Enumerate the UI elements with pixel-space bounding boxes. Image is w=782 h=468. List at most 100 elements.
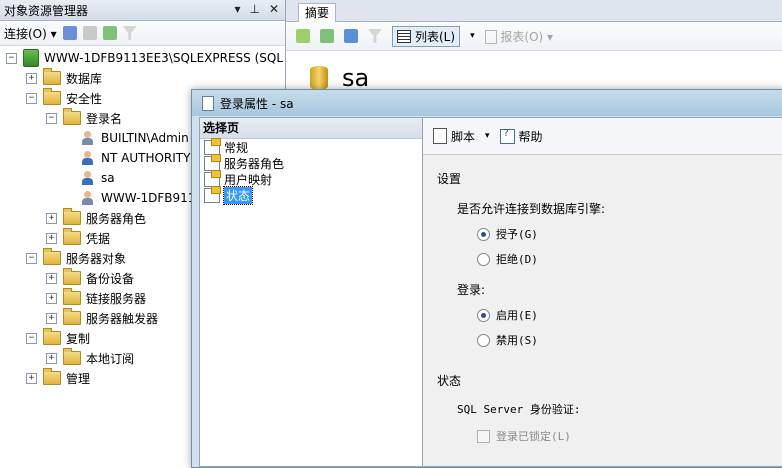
tree-node-label: 本地订阅 (86, 351, 135, 366)
grant-radio[interactable]: 授予(G) (477, 226, 538, 242)
windows-user-icon (80, 190, 96, 206)
report-button[interactable]: 报表(O) ▾ (484, 28, 553, 45)
collapse-icon[interactable]: − (26, 92, 37, 104)
tree-node-linked-servers[interactable]: + 链接服务器 (46, 288, 146, 308)
tree-node-label: 服务器对象 (66, 251, 127, 266)
tree-node-backup-devices[interactable]: + 备份设备 (46, 268, 134, 288)
collapse-icon[interactable]: − (26, 252, 37, 264)
page-icon (204, 169, 221, 187)
page-label: 状态 (222, 185, 254, 205)
tree-node-login-sa[interactable]: sa (80, 168, 115, 188)
disconnect-icon[interactable] (62, 26, 77, 40)
expand-icon[interactable]: + (26, 72, 37, 84)
tree-node-server[interactable]: − WWW-1DFB9113EE3\SQLEXPRESS (SQL S (6, 48, 294, 68)
tree-node-login-builtin-admin[interactable]: BUILTIN\Admin (80, 128, 189, 148)
tree-node-login-nt-authority[interactable]: NT AUTHORITY (80, 148, 190, 168)
tree-node-security[interactable]: − 安全性 (26, 88, 102, 108)
refresh-icon[interactable] (102, 26, 117, 40)
tree-node-management[interactable]: + 管理 (26, 368, 90, 388)
folder-icon (63, 228, 81, 245)
page-status[interactable]: 状态 (200, 185, 422, 205)
page-label: 常规 (224, 140, 249, 155)
tree-node-local-subscriptions[interactable]: + 本地订阅 (46, 348, 134, 368)
filter-icon[interactable] (122, 26, 137, 40)
expand-icon[interactable]: + (46, 272, 57, 284)
tree-node-label: NT AUTHORITY (101, 151, 191, 165)
tab-summary[interactable]: 摘要 (298, 3, 337, 22)
page-server-roles[interactable]: 服务器角色 (200, 153, 422, 171)
object-explorer-titlebar: 对象资源管理器 ▾ ⊥ ✕ (0, 0, 285, 21)
page-icon (204, 137, 221, 155)
folder-icon (63, 308, 81, 325)
expand-icon[interactable]: + (46, 232, 57, 244)
object-explorer-toolbar: 连接(O) ▾ (0, 21, 285, 46)
collapse-icon[interactable]: − (6, 52, 17, 64)
tree-node-replication[interactable]: − 复制 (26, 328, 90, 348)
tree-node-databases[interactable]: + 数据库 (26, 68, 102, 88)
enabled-radio[interactable]: 启用(E) (477, 307, 538, 323)
folder-icon (43, 248, 61, 265)
tree-node-label: 数据库 (66, 71, 103, 86)
tree-node-label: 复制 (66, 331, 91, 346)
tree-node-server-roles[interactable]: + 服务器角色 (46, 208, 146, 228)
disabled-radio[interactable]: 禁用(S) (477, 332, 538, 348)
select-page-pane: 选择页 常规 服务器角色 用户映射 状态 (200, 118, 423, 466)
dialog-body: 选择页 常规 服务器角色 用户映射 状态 脚本 ▾ ? 帮助 设置 是否允许连接… (199, 117, 782, 467)
radio-icon (477, 252, 490, 266)
expand-icon[interactable]: + (46, 352, 57, 364)
collapse-icon[interactable]: − (46, 112, 57, 124)
help-button[interactable]: 帮助 (499, 128, 543, 145)
tree-node-label: 安全性 (66, 91, 103, 106)
chevron-down-icon[interactable]: ▾ (485, 131, 490, 141)
deny-radio[interactable]: 拒绝(D) (477, 251, 538, 267)
tree-node-credentials[interactable]: + 凭据 (46, 228, 110, 248)
login-locked-checkbox[interactable]: 登录已锁定(L) (477, 428, 571, 444)
tree-node-logins[interactable]: − 登录名 (46, 108, 122, 128)
page-user-mapping[interactable]: 用户映射 (200, 169, 422, 187)
chevron-down-icon[interactable]: ▾ (470, 31, 475, 41)
dropdown-icon[interactable]: ▾ (234, 2, 240, 16)
sync-icon[interactable] (344, 29, 358, 43)
page-general[interactable]: 常规 (200, 137, 422, 155)
tree-node-label: 凭据 (86, 231, 111, 246)
collapse-icon[interactable]: − (26, 332, 37, 344)
folder-icon (43, 68, 61, 85)
login-locked-label: 登录已锁定(L) (496, 430, 571, 443)
pin-icon[interactable]: ⊥ (249, 2, 259, 16)
up-folder-icon[interactable] (296, 29, 310, 43)
folder-icon (43, 368, 61, 385)
tree-node-server-objects[interactable]: − 服务器对象 (26, 248, 126, 268)
dialog-title: 登录属性 - sa (220, 96, 294, 111)
stop-icon[interactable] (82, 26, 97, 40)
dialog-titlebar[interactable]: 登录属性 - sa (192, 90, 782, 116)
filter-icon[interactable] (368, 29, 382, 43)
page-icon (204, 185, 221, 203)
tree-node-label: 备份设备 (86, 271, 135, 286)
page-label: 服务器角色 (224, 156, 285, 171)
tree-node-label: 管理 (66, 371, 91, 386)
help-icon (499, 128, 515, 144)
expand-icon[interactable]: + (46, 312, 57, 324)
folder-icon (63, 348, 81, 365)
tree-node-login-www[interactable]: WWW-1DFB911 (80, 188, 195, 208)
user-icon (80, 150, 96, 166)
connect-permission-label: 是否允许连接到数据库引擎: (457, 202, 606, 216)
list-view-button[interactable]: 列表(L) (392, 25, 461, 47)
sql-auth-label: SQL Server 身份验证: (457, 403, 581, 416)
tree-node-server-triggers[interactable]: + 服务器触发器 (46, 308, 158, 328)
refresh-icon[interactable] (320, 29, 334, 43)
windows-user-icon (80, 130, 96, 146)
script-button[interactable]: 脚本 ▾ (433, 128, 490, 145)
expand-icon[interactable]: + (46, 212, 57, 224)
radio-selected-icon (477, 308, 490, 322)
help-label: 帮助 (518, 129, 543, 144)
folder-icon (63, 108, 81, 125)
dialog-toolbar: 脚本 ▾ 帮助 (423, 118, 782, 155)
enabled-label: 启用(E) (496, 309, 538, 322)
expand-icon[interactable]: + (26, 372, 37, 384)
connect-button[interactable]: 连接(O) ▾ (4, 25, 57, 42)
expand-icon[interactable]: + (46, 292, 57, 304)
tree-node-label: 服务器触发器 (86, 311, 159, 326)
close-icon[interactable]: ✕ (269, 2, 279, 16)
list-view-label: 列表(L) (415, 29, 456, 44)
